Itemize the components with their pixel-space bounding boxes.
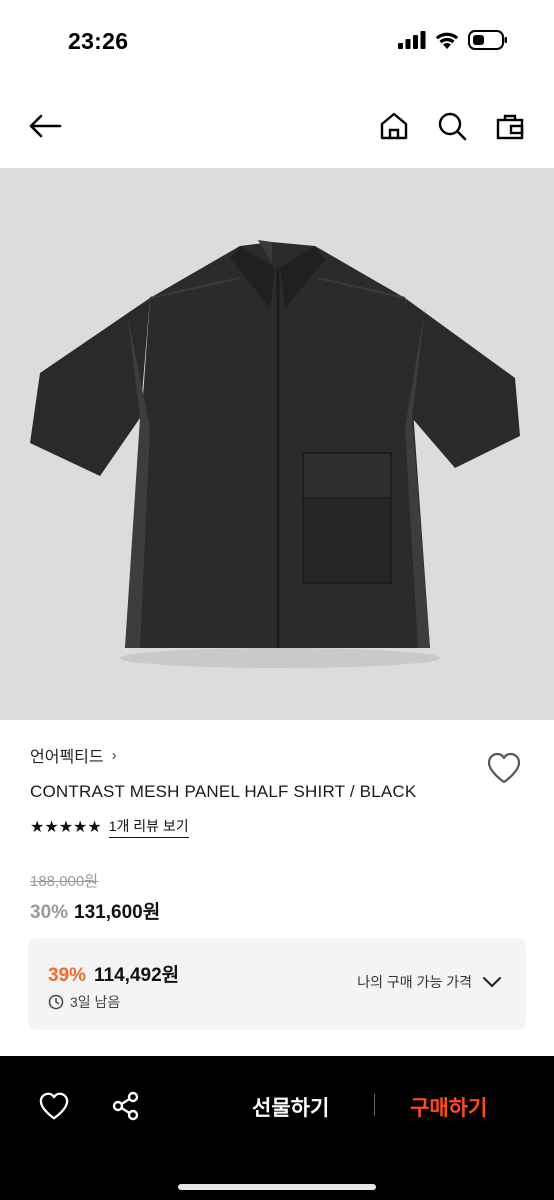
star-icon: ★	[73, 819, 87, 836]
star-icon: ★	[58, 819, 73, 836]
home-icon	[380, 112, 408, 140]
my-price-row: 39% 114,492원	[48, 960, 179, 987]
chevron-down-icon	[483, 977, 501, 987]
star-icon: ★	[44, 819, 58, 836]
original-price: 188,000원	[30, 873, 99, 890]
home-indicator	[178, 1184, 376, 1190]
clock-icon	[48, 994, 64, 1010]
star-icon: ★	[30, 819, 44, 836]
sale-price: 131,600원	[74, 902, 161, 923]
top-nav	[0, 96, 554, 156]
battery-icon	[468, 30, 507, 50]
bottom-wishlist-button[interactable]	[36, 1088, 72, 1124]
bottom-action-bar: 선물하기 구매하기	[0, 1056, 554, 1200]
star-icon: ★	[87, 819, 101, 836]
gift-button[interactable]: 선물하기	[252, 1092, 329, 1122]
my-price-timer: 3일 남음	[48, 992, 120, 1012]
heart-icon	[39, 1092, 69, 1120]
signal-icon	[398, 31, 426, 49]
rating-stars: ★ ★ ★ ★ ★	[30, 817, 102, 837]
heart-icon	[487, 752, 521, 784]
shopping-bag-icon	[496, 114, 524, 140]
my-price-amount: 114,492원	[94, 965, 180, 986]
review-link[interactable]: 1개 리뷰 보기	[108, 816, 189, 838]
my-price-label: 나의 구매 가능 가격	[357, 974, 472, 990]
wifi-icon	[435, 32, 459, 49]
my-price-toggle[interactable]: 나의 구매 가능 가격	[357, 972, 502, 992]
search-button[interactable]	[432, 106, 472, 146]
arrow-left-icon	[29, 114, 62, 138]
buy-button[interactable]: 구매하기	[410, 1092, 487, 1122]
product-image[interactable]	[0, 168, 554, 720]
sale-price-row: 30% 131,600원	[30, 897, 160, 924]
my-price-box[interactable]: 39% 114,492원 3일 남음 나의 구매 가능 가격	[28, 938, 526, 1030]
status-bar: 23:26	[0, 0, 554, 84]
product-name: CONTRAST MESH PANEL HALF SHIRT / BLACK	[30, 782, 417, 801]
rating-row: ★ ★ ★ ★ ★ 1개 리뷰 보기	[30, 816, 524, 838]
share-icon	[112, 1091, 139, 1121]
home-button[interactable]	[374, 106, 414, 146]
my-discount: 39%	[48, 965, 87, 986]
brand-link[interactable]: 언어펙티드 ›	[30, 740, 524, 770]
brand-name: 언어펙티드	[30, 749, 104, 766]
share-button[interactable]	[108, 1088, 144, 1124]
shirt-illustration	[30, 240, 520, 668]
status-icons	[398, 30, 508, 50]
divider	[374, 1094, 375, 1116]
wishlist-button[interactable]	[484, 748, 524, 788]
timer-text: 3일 남음	[70, 994, 121, 1010]
product-info: 언어펙티드 › CONTRAST MESH PANEL HALF SHIRT /…	[30, 740, 524, 838]
nav-actions	[374, 106, 530, 146]
shopping-bag-button[interactable]	[490, 106, 530, 146]
chevron-right-icon: ›	[111, 746, 117, 764]
back-button[interactable]	[24, 106, 66, 146]
status-time: 23:26	[68, 28, 129, 54]
sale-discount: 30%	[30, 902, 69, 923]
search-icon	[438, 112, 467, 141]
